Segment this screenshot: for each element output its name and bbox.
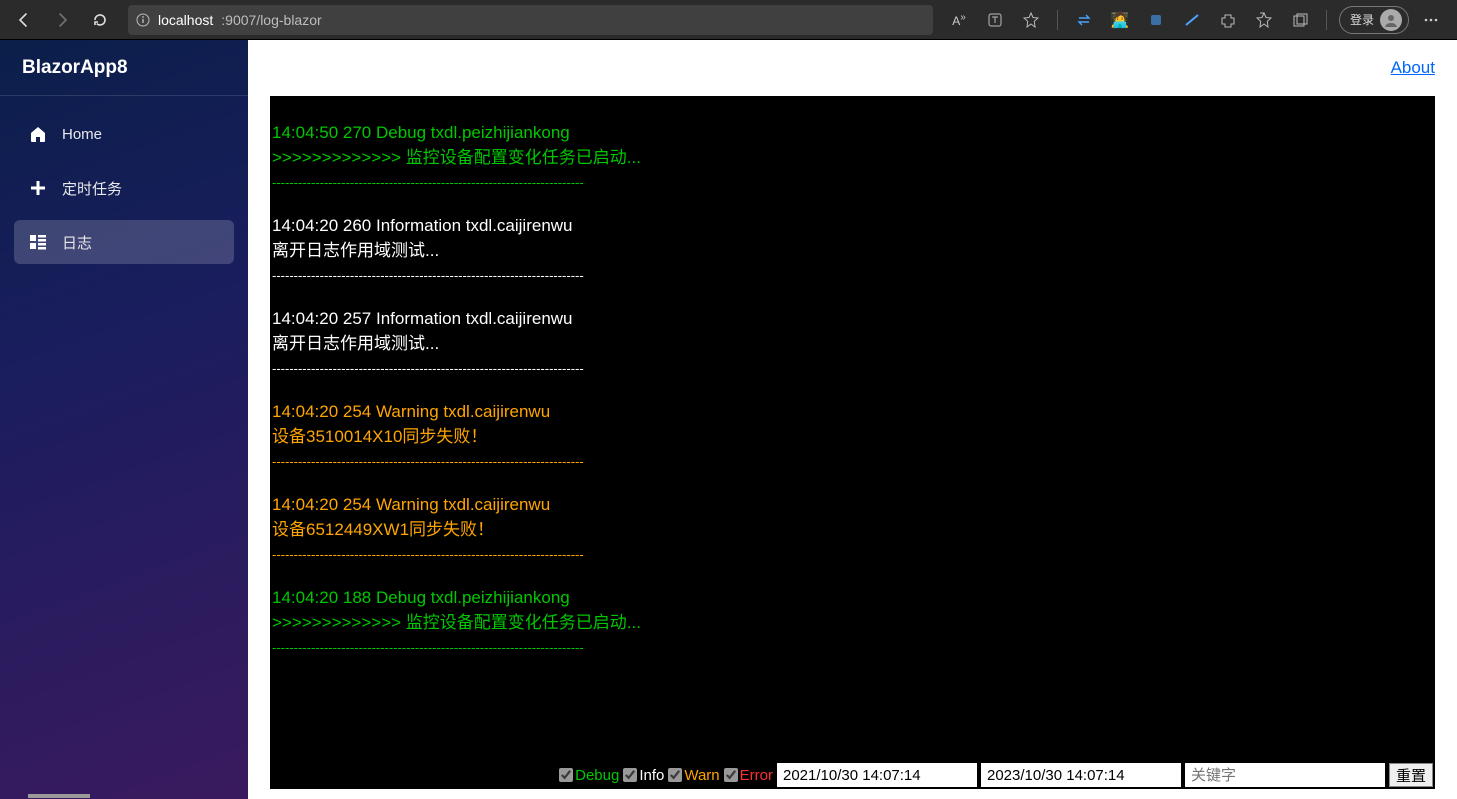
more-icon[interactable] bbox=[1417, 6, 1445, 34]
sidebar-item-label: 定时任务 bbox=[62, 178, 122, 199]
log-separator: ----------------------------------------… bbox=[272, 170, 1435, 195]
start-time-input[interactable] bbox=[777, 763, 977, 787]
filter-check-label: Debug bbox=[575, 767, 619, 784]
reset-button[interactable]: 重置 bbox=[1389, 763, 1433, 787]
checkbox[interactable] bbox=[623, 768, 637, 782]
refresh-button[interactable] bbox=[84, 4, 116, 36]
log-body: >>>>>>>>>>>>> 监控设备配置变化任务已启动... bbox=[272, 610, 1435, 635]
log-body: 设备3510014X10同步失败！ bbox=[272, 424, 1435, 449]
log-separator: ----------------------------------------… bbox=[272, 635, 1435, 660]
sidebar-item-1[interactable]: 定时任务 bbox=[14, 166, 234, 210]
info-icon bbox=[136, 13, 150, 27]
address-bar[interactable]: localhost :9007/log-blazor bbox=[128, 5, 933, 35]
page-scrollbar[interactable] bbox=[0, 793, 248, 799]
ext2-icon[interactable] bbox=[1142, 6, 1170, 34]
log-separator: ----------------------------------------… bbox=[272, 542, 1435, 567]
log-header: 14:04:20 254 Warning txdl.caijirenwu bbox=[272, 492, 1435, 517]
log-header: 14:04:20 257 Information txdl.caijirenwu bbox=[272, 306, 1435, 331]
filter-check-debug[interactable]: Debug bbox=[559, 767, 619, 784]
ext3-icon[interactable] bbox=[1178, 6, 1206, 34]
about-link[interactable]: About bbox=[1391, 58, 1435, 78]
log-header: 14:04:20 254 Warning txdl.caijirenwu bbox=[272, 399, 1435, 424]
sync-icon[interactable] bbox=[1070, 6, 1098, 34]
log-entry: 14:04:20 257 Information txdl.caijirenwu… bbox=[272, 294, 1435, 387]
sidebar-item-0[interactable]: Home bbox=[14, 112, 234, 156]
log-entry: 14:04:20 260 Information txdl.caijirenwu… bbox=[272, 201, 1435, 294]
filter-check-warn[interactable]: Warn bbox=[668, 767, 719, 784]
plus-icon bbox=[28, 178, 48, 198]
log-entry: 14:04:20 254 Warning txdl.caijirenwu设备35… bbox=[272, 387, 1435, 480]
home-icon bbox=[28, 124, 48, 144]
sidebar-item-label: Home bbox=[62, 126, 102, 143]
browser-toolbar: localhost :9007/log-blazor A» 🧑‍💻 登录 bbox=[0, 0, 1457, 40]
login-button[interactable]: 登录 bbox=[1339, 6, 1409, 34]
collections-icon[interactable] bbox=[1286, 6, 1314, 34]
log-body: 设备6512449XW1同步失败！ bbox=[272, 517, 1435, 542]
log-body: 离开日志作用域测试... bbox=[272, 238, 1435, 263]
log-panel: 14:04:50 270 Debug txdl.peizhijiankong>>… bbox=[270, 96, 1435, 789]
filter-check-info[interactable]: Info bbox=[623, 767, 664, 784]
read-aloud-icon[interactable]: A» bbox=[945, 6, 973, 34]
grid-icon bbox=[28, 232, 48, 252]
back-button[interactable] bbox=[8, 4, 40, 36]
filter-bar: Debug Info Warn Error 重置 bbox=[270, 761, 1435, 789]
sidebar-item-2[interactable]: 日志 bbox=[14, 220, 234, 264]
top-bar: About bbox=[248, 40, 1457, 96]
end-time-input[interactable] bbox=[981, 763, 1181, 787]
url-path: :9007/log-blazor bbox=[221, 12, 321, 28]
log-scroll[interactable]: 14:04:50 270 Debug txdl.peizhijiankong>>… bbox=[270, 96, 1435, 789]
sidebar: BlazorApp8 Home 定时任务日志 bbox=[0, 40, 248, 799]
toolbar-right: A» 🧑‍💻 登录 bbox=[945, 6, 1449, 34]
keyword-input[interactable] bbox=[1185, 763, 1385, 787]
checkbox[interactable] bbox=[559, 768, 573, 782]
filter-check-label: Error bbox=[740, 767, 773, 784]
log-separator: ----------------------------------------… bbox=[272, 263, 1435, 288]
log-header: 14:04:20 188 Debug txdl.peizhijiankong bbox=[272, 585, 1435, 610]
ext1-icon[interactable]: 🧑‍💻 bbox=[1106, 6, 1134, 34]
filter-check-label: Info bbox=[639, 767, 664, 784]
brand-title: BlazorApp8 bbox=[0, 40, 248, 96]
log-header: 14:04:20 260 Information txdl.caijirenwu bbox=[272, 213, 1435, 238]
filter-check-label: Warn bbox=[684, 767, 719, 784]
translate-icon[interactable] bbox=[981, 6, 1009, 34]
avatar-icon bbox=[1380, 9, 1402, 31]
log-entry: 14:04:20 188 Debug txdl.peizhijiankong>>… bbox=[272, 573, 1435, 666]
extensions-icon[interactable] bbox=[1214, 6, 1242, 34]
checkbox[interactable] bbox=[668, 768, 682, 782]
log-separator: ----------------------------------------… bbox=[272, 356, 1435, 381]
log-body: >>>>>>>>>>>>> 监控设备配置变化任务已启动... bbox=[272, 145, 1435, 170]
filter-check-error[interactable]: Error bbox=[724, 767, 773, 784]
favorites-icon[interactable] bbox=[1250, 6, 1278, 34]
star-icon[interactable] bbox=[1017, 6, 1045, 34]
checkbox[interactable] bbox=[724, 768, 738, 782]
log-body: 离开日志作用域测试... bbox=[272, 331, 1435, 356]
log-entry: 14:04:50 270 Debug txdl.peizhijiankong>>… bbox=[272, 108, 1435, 201]
log-header: 14:04:50 270 Debug txdl.peizhijiankong bbox=[272, 120, 1435, 145]
log-separator: ----------------------------------------… bbox=[272, 449, 1435, 474]
url-host: localhost bbox=[158, 12, 213, 28]
forward-button[interactable] bbox=[46, 4, 78, 36]
login-label: 登录 bbox=[1350, 11, 1374, 28]
sidebar-item-label: 日志 bbox=[62, 232, 92, 253]
log-entry: 14:04:20 254 Warning txdl.caijirenwu设备65… bbox=[272, 480, 1435, 573]
